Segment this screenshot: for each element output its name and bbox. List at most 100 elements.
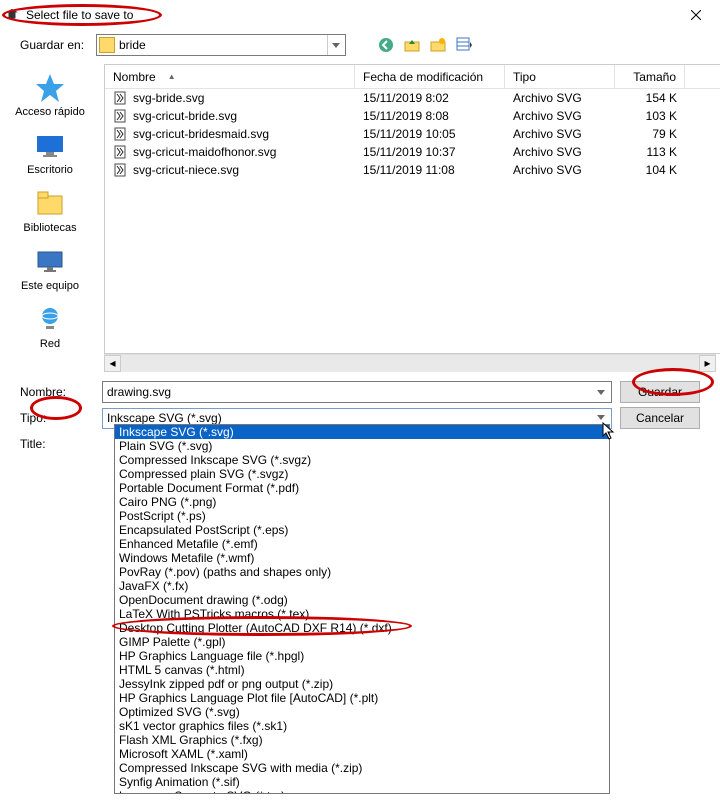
file-name: svg-bride.svg xyxy=(133,91,204,105)
svg-file-icon xyxy=(113,145,127,159)
place-quick-access[interactable]: Acceso rápido xyxy=(5,68,95,122)
file-type: Archivo SVG xyxy=(505,127,615,141)
folder-toolbar: Guardar en: bride xyxy=(0,30,720,64)
folder-name: bride xyxy=(119,38,327,52)
type-option[interactable]: Windows Metafile (*.wmf) xyxy=(115,551,609,565)
type-option[interactable]: Plain SVG (*.svg) xyxy=(115,439,609,453)
file-size: 113 K xyxy=(615,145,685,159)
type-option[interactable]: Compressed Inkscape SVG (*.svgz) xyxy=(115,453,609,467)
type-option[interactable]: JavaFX (*.fx) xyxy=(115,579,609,593)
sort-indicator-icon: ▲ xyxy=(168,72,176,81)
view-menu-icon[interactable] xyxy=(454,35,474,55)
file-row[interactable]: svg-cricut-bridesmaid.svg 15/11/2019 10:0… xyxy=(105,125,720,143)
type-option[interactable]: sK1 vector graphics files (*.sk1) xyxy=(115,719,609,733)
type-option[interactable]: Enhanced Metafile (*.emf) xyxy=(115,537,609,551)
scroll-right-icon[interactable]: ▸ xyxy=(699,355,716,372)
type-option[interactable]: PostScript (*.ps) xyxy=(115,509,609,523)
type-option[interactable]: Synfig Animation (*.sif) xyxy=(115,775,609,789)
place-this-pc[interactable]: Este equipo xyxy=(5,242,95,296)
scroll-left-icon[interactable]: ◂ xyxy=(104,355,121,372)
folder-combo[interactable]: bride xyxy=(96,34,346,56)
folder-icon xyxy=(99,37,115,53)
type-option[interactable]: Compressed Inkscape SVG with media (*.zi… xyxy=(115,761,609,775)
type-option[interactable]: Microsoft XAML (*.xaml) xyxy=(115,747,609,761)
place-desktop[interactable]: Escritorio xyxy=(5,126,95,180)
horizontal-scrollbar[interactable]: ◂ ▸ xyxy=(104,354,716,371)
type-option[interactable]: Portable Document Format (*.pdf) xyxy=(115,481,609,495)
type-option[interactable]: LaTeX With PSTricks macros (*.tex) xyxy=(115,607,609,621)
file-size: 103 K xyxy=(615,109,685,123)
type-option[interactable]: OpenDocument drawing (*.odg) xyxy=(115,593,609,607)
file-date: 15/11/2019 11:08 xyxy=(355,163,505,177)
file-date: 15/11/2019 10:37 xyxy=(355,145,505,159)
file-type: Archivo SVG xyxy=(505,145,615,159)
type-option[interactable]: HP Graphics Language Plot file [AutoCAD]… xyxy=(115,691,609,705)
file-date: 15/11/2019 8:02 xyxy=(355,91,505,105)
place-libraries[interactable]: Bibliotecas xyxy=(5,184,95,238)
window-title: Select file to save to xyxy=(26,8,676,22)
app-icon xyxy=(4,7,20,23)
file-name: svg-cricut-niece.svg xyxy=(133,163,239,177)
file-list[interactable]: Nombre▲ Fecha de modificación Tipo Tamañ… xyxy=(104,64,720,354)
file-date: 15/11/2019 10:05 xyxy=(355,127,505,141)
type-option[interactable]: JessyInk zipped pdf or png output (*.zip… xyxy=(115,677,609,691)
main-area: Acceso rápido Escritorio Bibliotecas Est… xyxy=(0,64,720,354)
type-option[interactable]: GIMP Palette (*.gpl) xyxy=(115,635,609,649)
type-option[interactable]: Inkscape SVG (*.svg) xyxy=(115,425,609,439)
title-label: Title: xyxy=(20,437,94,451)
network-icon xyxy=(34,304,66,336)
filename-input[interactable]: drawing.svg xyxy=(102,381,612,403)
col-name[interactable]: Nombre▲ xyxy=(105,65,355,88)
titlebar: Select file to save to xyxy=(0,0,720,30)
file-type: Archivo SVG xyxy=(505,109,615,123)
type-option[interactable]: Optimized SVG (*.svg) xyxy=(115,705,609,719)
computer-icon xyxy=(34,246,66,278)
svg-file-icon xyxy=(113,109,127,123)
type-option[interactable]: Compressed plain SVG (*.svgz) xyxy=(115,467,609,481)
type-option[interactable]: Layers as Separate SVG (*.tar) xyxy=(115,789,609,794)
file-name: svg-cricut-bridesmaid.svg xyxy=(133,127,269,141)
place-network[interactable]: Red xyxy=(5,300,95,354)
file-date: 15/11/2019 8:08 xyxy=(355,109,505,123)
col-date[interactable]: Fecha de modificación xyxy=(355,65,505,88)
type-option[interactable]: Desktop Cutting Plotter (AutoCAD DXF R14… xyxy=(115,621,609,635)
places-bar: Acceso rápido Escritorio Bibliotecas Est… xyxy=(0,64,100,354)
type-option[interactable]: Encapsulated PostScript (*.eps) xyxy=(115,523,609,537)
star-icon xyxy=(34,72,66,104)
filename-label: Nombre: xyxy=(20,385,94,399)
cancel-button[interactable]: Cancelar xyxy=(620,407,700,429)
save-button[interactable]: Guardar xyxy=(620,381,700,403)
type-option[interactable]: Flash XML Graphics (*.fxg) xyxy=(115,733,609,747)
type-option[interactable]: Cairo PNG (*.png) xyxy=(115,495,609,509)
file-name: svg-cricut-bride.svg xyxy=(133,109,237,123)
file-row[interactable]: svg-bride.svg 15/11/2019 8:02Archivo SVG1… xyxy=(105,89,720,107)
type-option[interactable]: HTML 5 canvas (*.html) xyxy=(115,663,609,677)
col-size[interactable]: Tamaño xyxy=(615,65,685,88)
back-icon[interactable] xyxy=(376,35,396,55)
file-type: Archivo SVG xyxy=(505,91,615,105)
file-name: svg-cricut-maidofhonor.svg xyxy=(133,145,276,159)
scroll-track[interactable] xyxy=(121,355,699,372)
type-option[interactable]: HP Graphics Language file (*.hpgl) xyxy=(115,649,609,663)
file-size: 154 K xyxy=(615,91,685,105)
new-folder-icon[interactable] xyxy=(428,35,448,55)
svg-file-icon xyxy=(113,91,127,105)
desktop-icon xyxy=(34,130,66,162)
type-dropdown-list[interactable]: Inkscape SVG (*.svg)Plain SVG (*.svg)Com… xyxy=(114,424,610,794)
file-type: Archivo SVG xyxy=(505,163,615,177)
col-type[interactable]: Tipo xyxy=(505,65,615,88)
libraries-icon xyxy=(34,188,66,220)
up-folder-icon[interactable] xyxy=(402,35,422,55)
svg-file-icon xyxy=(113,163,127,177)
column-headers: Nombre▲ Fecha de modificación Tipo Tamañ… xyxy=(105,65,720,89)
save-in-label: Guardar en: xyxy=(20,38,90,52)
file-row[interactable]: svg-cricut-maidofhonor.svg 15/11/2019 10:… xyxy=(105,143,720,161)
filename-dropdown-icon[interactable] xyxy=(593,384,609,400)
file-row[interactable]: svg-cricut-niece.svg 15/11/2019 11:08Arch… xyxy=(105,161,720,179)
type-label: Tipo: xyxy=(20,411,94,425)
file-size: 79 K xyxy=(615,127,685,141)
folder-combo-dropdown[interactable] xyxy=(327,35,343,55)
type-option[interactable]: PovRay (*.pov) (paths and shapes only) xyxy=(115,565,609,579)
file-row[interactable]: svg-cricut-bride.svg 15/11/2019 8:08Archi… xyxy=(105,107,720,125)
close-button[interactable] xyxy=(676,1,716,29)
